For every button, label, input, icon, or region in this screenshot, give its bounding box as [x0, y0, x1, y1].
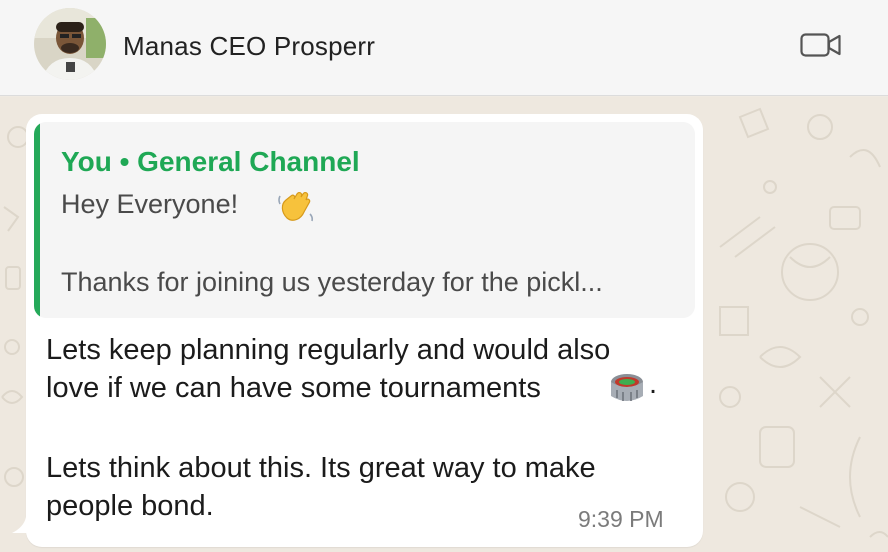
- quoted-text-line-2: Thanks for joining us yesterday for the …: [61, 267, 603, 297]
- message-bubble[interactable]: You • General Channel Hey Everyone! Than…: [26, 114, 703, 547]
- stadium-icon: [611, 374, 643, 401]
- waving-hand-icon: [278, 191, 314, 222]
- message-line-3: Lets think about this. Its great way to …: [46, 452, 596, 484]
- message-timestamp: 9:39 PM: [578, 506, 664, 532]
- message-line-2: love if we can have some tournaments: [46, 372, 541, 404]
- quoted-message[interactable]: You • General Channel Hey Everyone! Than…: [34, 122, 695, 318]
- quoted-text-line-1: Hey Everyone!: [61, 189, 239, 219]
- quoted-author: You • General Channel: [61, 146, 360, 177]
- chat-area[interactable]: You • General Channel Hey Everyone! Than…: [0, 97, 888, 552]
- avatar-photo: [34, 8, 106, 80]
- quote-accent-bar: [34, 122, 40, 318]
- video-call-button[interactable]: [800, 30, 842, 60]
- video-camera-icon: [800, 33, 841, 57]
- message-line-2-end: .: [649, 368, 658, 400]
- message-line-4: people bond.: [46, 490, 214, 522]
- bubble-tail: [12, 517, 36, 533]
- chat-header: Manas CEO Prosperr: [0, 0, 888, 96]
- contact-name[interactable]: Manas CEO Prosperr: [123, 31, 375, 62]
- contact-avatar[interactable]: [34, 8, 106, 80]
- message-line-1: Lets keep planning regularly and would a…: [46, 334, 611, 366]
